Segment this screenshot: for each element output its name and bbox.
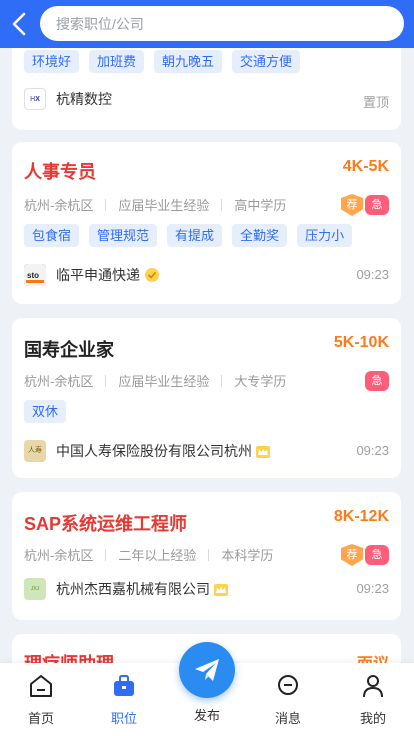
divider	[221, 375, 223, 387]
job-meta: 杭州-余杭区 二年以上经验 本科学历	[24, 545, 273, 564]
location: 杭州-余杭区	[24, 548, 94, 563]
back-button[interactable]	[8, 10, 32, 38]
nav-messages-label: 消息	[274, 711, 301, 726]
chevron-left-icon	[12, 12, 26, 36]
urgent-badge: 急	[365, 371, 389, 391]
paper-plane-icon	[195, 659, 219, 681]
tag: 全勤奖	[232, 224, 288, 247]
job-meta: 杭州-余杭区 应届毕业生经验 高中学历	[24, 195, 286, 214]
urgent-badge: 急	[365, 545, 389, 565]
job-card[interactable]: 环境好 加班费 朝九晚五 交通方便 HX 杭精数控 置顶	[12, 48, 401, 130]
experience: 应届毕业生经验	[118, 198, 210, 213]
company-row: HX 杭精数控	[24, 88, 112, 110]
job-card[interactable]: 人事专员 4K-5K 杭州-余杭区 应届毕业生经验 高中学历 荐 急 包食宿 管理规…	[12, 142, 401, 304]
nav-jobs-label: 职位	[110, 711, 137, 726]
tag: 管理规范	[89, 224, 158, 247]
pinned-label: 置顶	[362, 95, 389, 110]
company-logo: sto	[24, 264, 46, 286]
job-title: 国寿企业家	[24, 340, 114, 360]
tag: 压力小	[297, 224, 353, 247]
tag: 双休	[24, 400, 67, 423]
salary: 5K-10K	[333, 334, 389, 351]
education: 高中学历	[234, 198, 287, 213]
message-icon	[278, 675, 298, 695]
crown-icon	[256, 445, 270, 458]
post-time: 09:23	[356, 267, 389, 282]
salary: 4K-5K	[342, 158, 389, 175]
tag-list: 双休	[24, 400, 67, 423]
company-row: JXJ 杭州杰西嘉机械有限公司	[24, 578, 228, 600]
company-row: sto 临平申通快递	[24, 264, 160, 286]
tag: 朝九晚五	[154, 50, 223, 73]
job-card[interactable]: 国寿企业家 5K-10K 杭州-余杭区 应届毕业生经验 大专学历 急 双休 人寿 中…	[12, 318, 401, 478]
job-meta: 杭州-余杭区 应届毕业生经验 大专学历	[24, 371, 286, 390]
crown-icon	[214, 583, 228, 596]
briefcase-icon	[114, 675, 134, 696]
post-time: 09:23	[356, 581, 389, 596]
publish-button[interactable]	[179, 642, 235, 698]
nav-home[interactable]: 首页	[6, 673, 76, 727]
divider	[105, 375, 107, 387]
job-title: SAP系统运维工程师	[24, 514, 188, 534]
nav-mine[interactable]: 我的	[338, 673, 408, 727]
divider	[208, 549, 210, 561]
job-title: 人事专员	[24, 162, 96, 182]
urgent-badge: 急	[365, 195, 389, 215]
education: 本科学历	[221, 548, 274, 563]
job-card[interactable]: SAP系统运维工程师 8K-12K 杭州-余杭区 二年以上经验 本科学历 荐 急 J…	[12, 492, 401, 620]
company-name: 杭精数控	[56, 91, 112, 107]
tag: 包食宿	[24, 224, 80, 247]
company-row: 人寿 中国人寿保险股份有限公司杭州	[24, 440, 270, 462]
tag: 环境好	[24, 50, 80, 73]
divider	[105, 549, 107, 561]
publish-label: 发布	[193, 708, 220, 723]
nav-mine-label: 我的	[359, 711, 386, 726]
search-input[interactable]	[40, 6, 404, 41]
experience: 二年以上经验	[118, 548, 197, 563]
company-logo: JXJ	[24, 578, 46, 600]
job-list[interactable]: 环境好 加班费 朝九晚五 交通方便 HX 杭精数控 置顶 人事专员 4K-5K …	[0, 48, 414, 663]
job-title: 理疗师助理	[24, 650, 114, 663]
tag-list: 环境好 加班费 朝九晚五 交通方便	[24, 50, 301, 73]
experience: 应届毕业生经验	[118, 374, 210, 389]
nav-home-label: 首页	[27, 711, 54, 726]
company-name: 中国人寿保险股份有限公司杭州	[56, 443, 252, 459]
company-logo: 人寿	[24, 440, 46, 462]
home-icon	[30, 675, 52, 697]
verified-icon	[144, 267, 160, 283]
salary: 8K-12K	[333, 508, 389, 525]
nav-jobs[interactable]: 职位	[89, 673, 159, 727]
tag: 交通方便	[232, 50, 301, 73]
recommend-badge: 荐	[341, 544, 363, 566]
company-name: 杭州杰西嘉机械有限公司	[56, 581, 210, 597]
tag-list: 包食宿 管理规范 有提成 全勤奖 压力小	[24, 224, 353, 247]
user-icon	[363, 675, 383, 698]
salary: 面议	[357, 650, 389, 663]
recommend-badge: 荐	[341, 194, 363, 216]
tag: 有提成	[167, 224, 223, 247]
company-logo: HX	[24, 88, 46, 110]
location: 杭州-余杭区	[24, 374, 94, 389]
company-name: 临平申通快递	[56, 267, 140, 283]
nav-messages[interactable]: 消息	[253, 673, 323, 727]
education: 大专学历	[234, 374, 287, 389]
svg-text:sto: sto	[27, 271, 39, 280]
post-time: 09:23	[356, 443, 389, 458]
divider	[105, 199, 107, 211]
divider	[221, 199, 223, 211]
location: 杭州-余杭区	[24, 198, 94, 213]
top-bar	[0, 0, 414, 48]
tag: 加班费	[89, 50, 145, 73]
search-box[interactable]	[40, 6, 404, 41]
